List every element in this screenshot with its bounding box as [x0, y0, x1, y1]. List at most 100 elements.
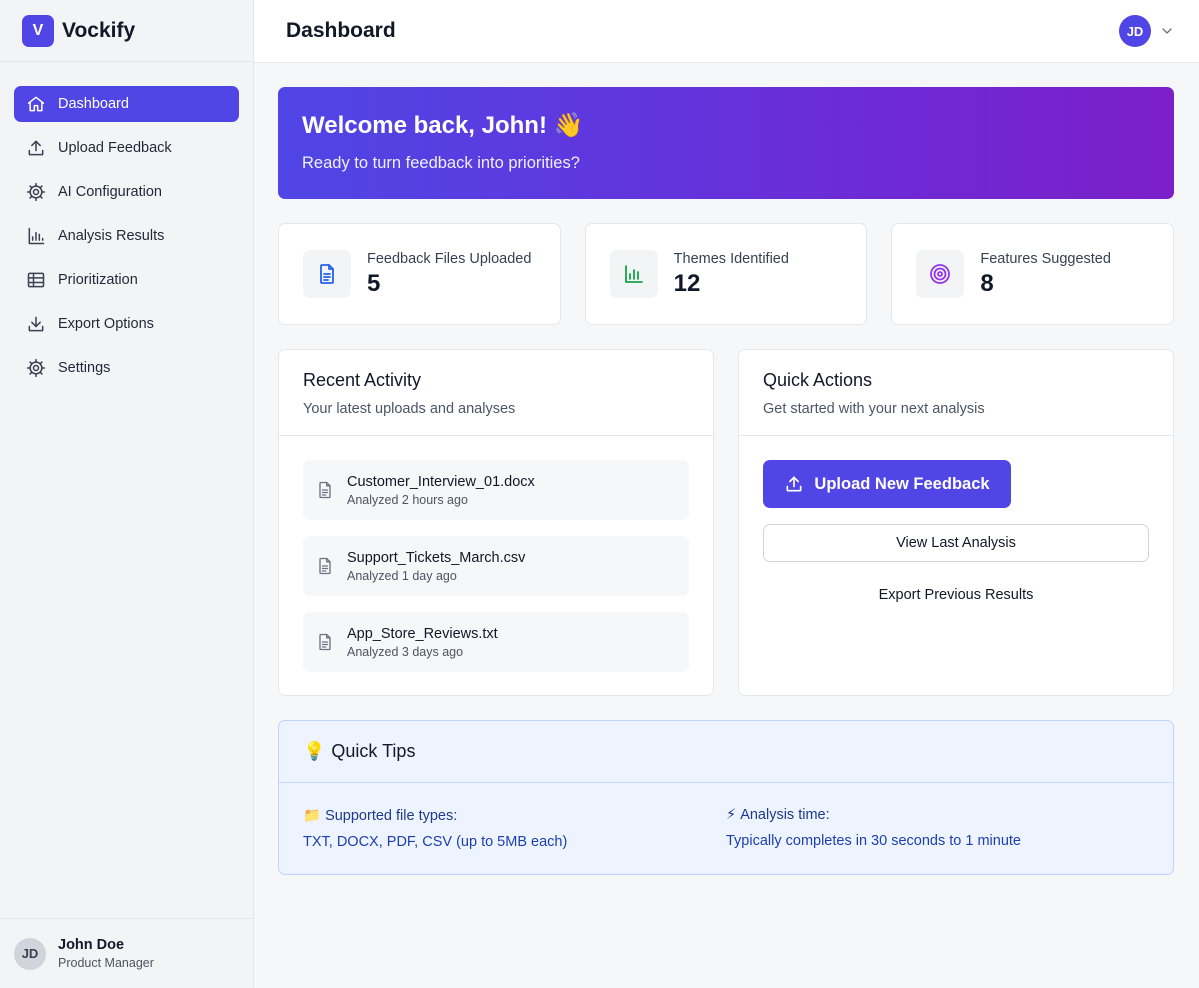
file-icon [319, 633, 331, 651]
quick-tips-panel: 💡 Quick Tips 📁 Supported file types: TXT,… [278, 720, 1174, 875]
folder-icon: 📁 [303, 808, 322, 824]
export-previous-results-button[interactable]: Export Previous Results [763, 578, 1149, 612]
sidebar-item-label: Export Options [58, 316, 154, 332]
stat-card-files-uploaded: Feedback Files Uploaded 5 [278, 223, 561, 325]
brand-name: Vockify [62, 18, 136, 42]
actions-body: Upload New Feedback View Last Analysis E… [739, 436, 1173, 636]
sidebar-nav: Dashboard Upload Feedback AI Configurati… [0, 62, 253, 386]
sidebar-item-prioritization[interactable]: Prioritization [14, 262, 239, 298]
user-info: John Doe Product Manager [58, 937, 154, 970]
activity-time: Analyzed 3 days ago [347, 644, 464, 659]
tip-text: TXT, DOCX, PDF, CSV (up to 5MB each) [303, 834, 568, 850]
activity-file-name: Customer_Interview_01.docx [347, 473, 535, 490]
activity-text: Support_Tickets_March.csv Analyzed 1 day… [347, 550, 525, 583]
stat-text: Feedback Files Uploaded 5 [367, 251, 531, 298]
user-role: Product Manager [58, 956, 154, 970]
user-name: John Doe [58, 937, 125, 953]
top-header: Dashboard JD [254, 0, 1199, 63]
quick-actions-card: Quick Actions Get started with your next… [738, 349, 1174, 696]
lightning-icon: ⚡ [726, 807, 737, 823]
sidebar-item-label: AI Configuration [58, 184, 162, 200]
brand[interactable]: V Vockify [0, 0, 253, 62]
welcome-subtitle: Ready to turn feedback into priorities? [302, 154, 580, 172]
activity-text: App_Store_Reviews.txt Analyzed 3 days ag… [347, 626, 498, 659]
list-item[interactable]: App_Store_Reviews.txt Analyzed 3 days ag… [303, 612, 689, 672]
stat-text: Features Suggested 8 [980, 251, 1111, 298]
tips-title: Quick Tips [331, 741, 416, 761]
stat-icon-box [303, 250, 351, 298]
download-icon [28, 316, 44, 332]
cards-row: Recent Activity Your latest uploads and … [278, 349, 1174, 696]
activity-list: Customer_Interview_01.docx Analyzed 2 ho… [279, 436, 713, 712]
stat-label: Feedback Files Uploaded [367, 250, 532, 267]
tip-analysis-time: ⚡ Analysis time: Typically completes in 3… [726, 807, 1149, 850]
sidebar-item-ai-configuration[interactable]: AI Configuration [14, 174, 239, 210]
card-header: Quick Actions Get started with your next… [739, 350, 1173, 436]
page-title: Dashboard [286, 19, 396, 42]
avatar: JD [14, 937, 46, 970]
button-label: Upload New Feedback [814, 474, 990, 493]
stats-row: Feedback Files Uploaded 5 Themes Identif… [278, 223, 1175, 325]
lightbulb-icon: 💡 [303, 741, 326, 761]
sidebar-item-label: Dashboard [58, 96, 129, 112]
tip-text: Typically completes in 30 seconds to 1 m… [726, 833, 1021, 849]
list-item[interactable]: Support_Tickets_March.csv Analyzed 1 day… [303, 536, 689, 596]
bar-chart-icon [624, 265, 643, 283]
gear-icon [26, 182, 46, 202]
file-icon [319, 481, 331, 499]
bar-chart-icon [28, 227, 45, 245]
tip-title: 📁 Supported file types: [303, 807, 726, 824]
table-icon [27, 272, 45, 288]
target-icon [930, 264, 951, 284]
tip-title-text: Supported file types: [325, 808, 458, 824]
sidebar-item-settings[interactable]: Settings [14, 350, 239, 386]
stat-card-features-suggested: Features Suggested 8 [891, 223, 1175, 325]
card-header: Recent Activity Your latest uploads and … [279, 350, 713, 436]
sidebar: V Vockify Dashboard Upload Feedback AI C… [0, 0, 254, 988]
tip-file-types: 📁 Supported file types: TXT, DOCX, PDF, C… [303, 807, 726, 850]
sidebar-item-label: Analysis Results [58, 228, 165, 244]
stat-icon-box [609, 250, 658, 298]
upload-new-feedback-button[interactable]: Upload New Feedback [763, 460, 1011, 508]
card-subtitle: Your latest uploads and analyses [303, 401, 516, 417]
main-content: Welcome back, John! 👋 Ready to turn feed… [278, 87, 1175, 875]
stat-icon-box [916, 250, 965, 298]
stat-card-themes-identified: Themes Identified 12 [584, 223, 868, 325]
gear-icon [26, 358, 46, 378]
list-item[interactable]: Customer_Interview_01.docx Analyzed 2 ho… [303, 460, 689, 520]
avatar: JD [1119, 15, 1151, 47]
activity-text: Customer_Interview_01.docx Analyzed 2 ho… [347, 474, 535, 507]
activity-time: Analyzed 1 day ago [347, 568, 457, 583]
tips-body: 📁 Supported file types: TXT, DOCX, PDF, C… [279, 783, 1173, 850]
chevron-down-icon [1162, 28, 1172, 34]
activity-file-name: Support_Tickets_March.csv [347, 549, 526, 566]
sidebar-item-label: Upload Feedback [58, 140, 172, 156]
sidebar-item-analysis-results[interactable]: Analysis Results [14, 218, 239, 254]
card-title: Quick Actions [763, 370, 873, 390]
tip-title-text: Analysis time: [740, 807, 830, 823]
welcome-title: Welcome back, John! 👋 [302, 112, 584, 139]
home-icon [27, 96, 45, 112]
sidebar-item-dashboard[interactable]: Dashboard [14, 86, 239, 122]
stat-value: 8 [980, 269, 994, 297]
stat-text: Themes Identified 12 [674, 251, 789, 298]
view-last-analysis-button[interactable]: View Last Analysis [763, 524, 1149, 562]
sidebar-item-export-options[interactable]: Export Options [14, 306, 239, 342]
welcome-banner: Welcome back, John! 👋 Ready to turn feed… [278, 87, 1174, 199]
stat-label: Features Suggested [980, 250, 1111, 267]
card-title: Recent Activity [303, 370, 422, 390]
tips-header: 💡 Quick Tips [279, 721, 1173, 783]
card-subtitle: Get started with your next analysis [763, 401, 985, 417]
upload-icon [786, 476, 802, 492]
sidebar-item-label: Prioritization [58, 272, 138, 288]
stat-label: Themes Identified [673, 250, 789, 267]
document-icon [320, 264, 334, 284]
tip-title: ⚡ Analysis time: [726, 807, 1149, 823]
file-icon [319, 557, 331, 575]
user-menu[interactable]: JD [1119, 15, 1175, 47]
sidebar-item-upload-feedback[interactable]: Upload Feedback [14, 130, 239, 166]
sidebar-item-label: Settings [58, 360, 111, 376]
upload-icon [28, 140, 44, 156]
activity-time: Analyzed 2 hours ago [347, 492, 468, 507]
sidebar-user[interactable]: JD John Doe Product Manager [0, 918, 253, 988]
